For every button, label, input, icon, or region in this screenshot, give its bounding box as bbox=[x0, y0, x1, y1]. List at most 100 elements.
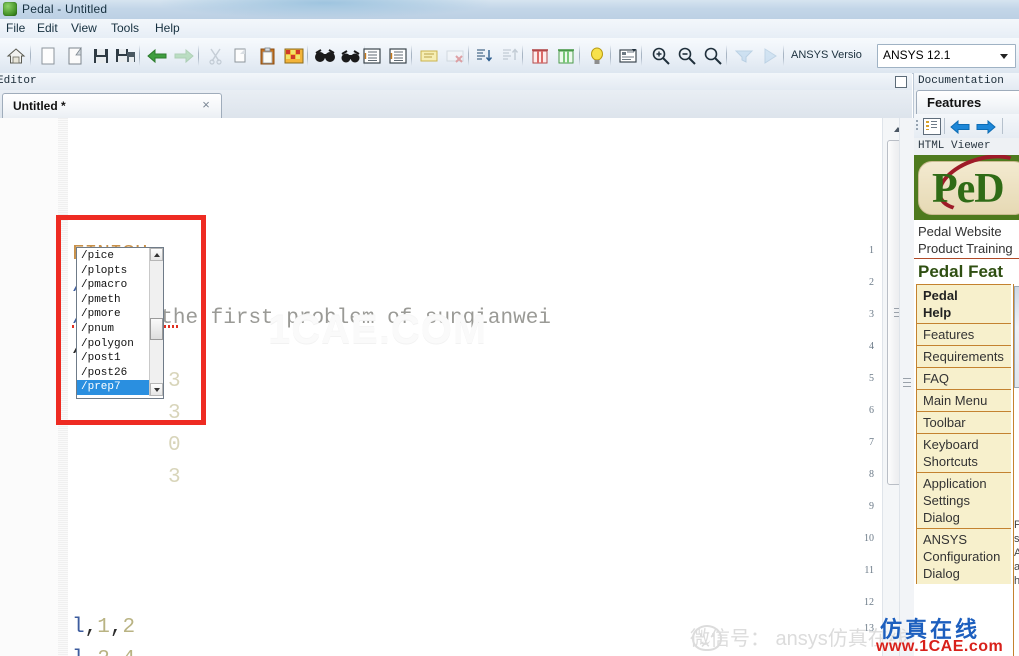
code-token: 3 bbox=[168, 466, 181, 489]
doc-menu-item-label: Features bbox=[923, 327, 975, 342]
pedal-app-icon bbox=[3, 2, 17, 16]
line-number: 8 bbox=[869, 469, 874, 480]
doc-menu-item-label: Main Menu bbox=[923, 393, 988, 408]
undo-icon[interactable] bbox=[144, 43, 169, 68]
doc-menu-item-pedal[interactable]: Pedal Help bbox=[916, 284, 1011, 323]
autocomplete-scroll-thumb[interactable] bbox=[150, 318, 163, 340]
insert-column-red-icon[interactable] bbox=[527, 43, 552, 68]
autocomplete-item[interactable]: /pnum bbox=[77, 322, 153, 337]
doc-menu-item-toolbar[interactable]: Toolbar bbox=[916, 411, 1011, 433]
outdent-icon[interactable] bbox=[385, 43, 410, 68]
float-window-icon[interactable] bbox=[895, 76, 907, 88]
code-token: the first problem of sunqianwei bbox=[160, 307, 551, 330]
forward-arrow-icon[interactable] bbox=[976, 119, 996, 135]
doc-menu-item-keyboard[interactable]: Keyboard Shortcuts bbox=[916, 433, 1011, 472]
toolbar-separator bbox=[522, 45, 523, 66]
code-line: l,2,4 bbox=[72, 648, 135, 656]
code-token: , bbox=[84, 616, 98, 639]
find-icon[interactable] bbox=[312, 43, 337, 68]
home-icon[interactable] bbox=[3, 43, 28, 68]
open-file-icon[interactable] bbox=[62, 43, 87, 68]
menu-bar: File Edit View Tools Help bbox=[0, 19, 1019, 39]
close-icon[interactable]: × bbox=[199, 98, 213, 112]
doc-menu-item-label: Settings bbox=[923, 493, 970, 508]
autocomplete-item[interactable]: /post26 bbox=[77, 366, 153, 381]
autocomplete-popup[interactable]: /pice/plopts/pmacro/pmeth/pmore/pnum/pol… bbox=[76, 247, 164, 399]
window-title: Pedal - Untitled bbox=[22, 2, 108, 16]
toc-list-icon[interactable] bbox=[923, 118, 941, 135]
line-number: 2 bbox=[869, 277, 874, 288]
code-line: 3 bbox=[168, 466, 181, 489]
doc-menu-item-label: Dialog bbox=[923, 510, 960, 525]
autocomplete-item[interactable]: /pice bbox=[77, 249, 153, 264]
zoom-reset-icon[interactable] bbox=[700, 43, 725, 68]
autocomplete-item[interactable]: /pmore bbox=[77, 307, 153, 322]
autocomplete-scrollbar[interactable] bbox=[149, 248, 163, 396]
ansys-version-select[interactable]: ANSYS 12.1 bbox=[877, 44, 1016, 68]
copy-icon[interactable] bbox=[229, 43, 254, 68]
toolbar-separator bbox=[411, 45, 412, 66]
doc-menu-item-application[interactable]: Application Settings Dialog bbox=[916, 472, 1011, 528]
ansys-version-value: ANSYS 12.1 bbox=[883, 48, 951, 62]
documentation-toolbar bbox=[914, 114, 1019, 139]
window-title-bar: Pedal - Untitled bbox=[0, 0, 1019, 19]
toolbar-separator bbox=[641, 45, 642, 66]
menu-item-edit[interactable]: Edit bbox=[32, 21, 63, 36]
doc-menu-item-features[interactable]: Features bbox=[916, 323, 1011, 345]
back-arrow-icon[interactable] bbox=[950, 119, 970, 135]
color-palette-icon[interactable] bbox=[281, 43, 306, 68]
new-file-icon[interactable] bbox=[35, 43, 60, 68]
toolbar-separator bbox=[468, 45, 469, 66]
save-icon[interactable] bbox=[88, 43, 113, 68]
tab-features[interactable]: Features bbox=[916, 90, 1019, 115]
menu-item-help[interactable]: Help bbox=[150, 21, 185, 36]
code-token: 3 bbox=[168, 370, 181, 393]
menu-item-view[interactable]: View bbox=[66, 21, 102, 36]
autocomplete-item[interactable]: /pmeth bbox=[77, 293, 153, 308]
menu-item-file[interactable]: File bbox=[1, 21, 30, 36]
doc-menu-item-main-menu[interactable]: Main Menu bbox=[916, 389, 1011, 411]
doc-menu-item-requirements[interactable]: Requirements bbox=[916, 345, 1011, 367]
autocomplete-item[interactable]: /prep7 bbox=[77, 380, 153, 396]
line-number: 9 bbox=[869, 501, 874, 512]
doc-menu-item-label: Requirements bbox=[923, 349, 1004, 364]
add-comment-icon[interactable] bbox=[416, 43, 441, 68]
chevron-down-icon bbox=[1000, 54, 1008, 59]
tab-untitled[interactable]: Untitled * × bbox=[2, 93, 222, 119]
doc-menu-item-faq[interactable]: FAQ bbox=[916, 367, 1011, 389]
line-number-gutter bbox=[0, 118, 58, 656]
zoom-out-icon[interactable] bbox=[674, 43, 699, 68]
menu-item-tools[interactable]: Tools bbox=[106, 21, 144, 36]
documentation-vertical-scrollbar[interactable] bbox=[899, 118, 914, 656]
indent-icon[interactable] bbox=[359, 43, 384, 68]
autocomplete-item[interactable]: /pmacro bbox=[77, 278, 153, 293]
zoom-in-icon[interactable] bbox=[648, 43, 673, 68]
link-product-training[interactable]: Product Training bbox=[918, 241, 1013, 256]
link-pedal-website[interactable]: Pedal Website bbox=[918, 224, 1002, 239]
save-all-icon[interactable] bbox=[113, 43, 138, 68]
documentation-thumbnail bbox=[1014, 286, 1019, 388]
doc-menu-item-ansys[interactable]: ANSYS Configuration Dialog bbox=[916, 528, 1011, 584]
section-header-label: Pedal Feat bbox=[918, 262, 1004, 281]
code-token: l bbox=[72, 616, 85, 639]
html-viewer-label-bar: HTML Viewer bbox=[914, 138, 1019, 156]
documentation-panel: Features HTML Viewer PeD Pedal Website P… bbox=[913, 90, 1019, 656]
insert-column-green-icon[interactable] bbox=[553, 43, 578, 68]
scroll-down-icon[interactable] bbox=[150, 383, 163, 396]
autocomplete-item[interactable]: /polygon bbox=[77, 337, 153, 352]
form-dropdown-icon[interactable] bbox=[615, 43, 640, 68]
line-number: 11 bbox=[864, 565, 874, 576]
hint-lightbulb-icon[interactable] bbox=[584, 43, 609, 68]
doc-menu-item-label: Application bbox=[923, 476, 987, 491]
sort-ascending-icon[interactable] bbox=[470, 43, 495, 68]
title-bar-glow bbox=[160, 0, 490, 18]
autocomplete-item[interactable]: /plopts bbox=[77, 264, 153, 279]
autocomplete-item[interactable]: /post1 bbox=[77, 351, 153, 366]
code-token: , bbox=[109, 616, 123, 639]
drag-handle-icon[interactable] bbox=[916, 120, 918, 132]
code-line: 3 bbox=[168, 402, 181, 425]
line-number: 3 bbox=[869, 309, 874, 320]
doc-menu-item-label: Help bbox=[923, 305, 952, 320]
scroll-up-icon[interactable] bbox=[150, 248, 163, 261]
paste-icon[interactable] bbox=[255, 43, 280, 68]
